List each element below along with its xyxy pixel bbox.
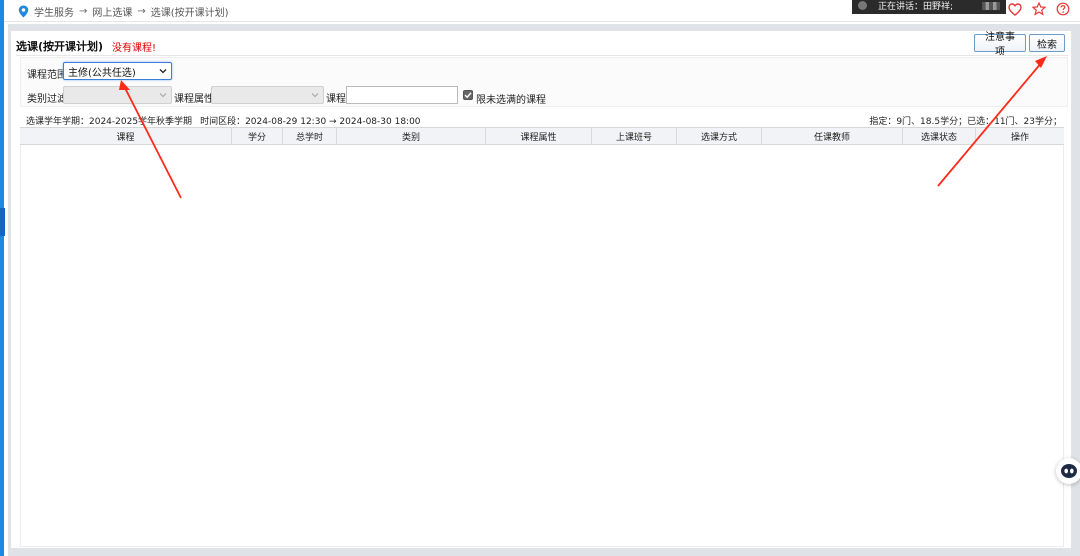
chevron-down-icon [159,93,167,98]
column-header-hours[interactable]: 总学时 [283,128,337,144]
credit-summary: 指定：9门、18.5学分；已选：11门、23学分； [869,117,1062,127]
chevron-down-icon [159,69,167,74]
checkmark-icon [464,92,472,99]
speaker-avatar-icon [858,1,867,10]
top-right-icons [1008,2,1070,16]
breadcrumb: 学生服务 → 网上选课 → 选课(按开课计划) [18,3,229,19]
course-scope-select[interactable]: 主修(公共任选) [63,62,172,80]
audio-wave-icon [982,2,1000,10]
limit-unfilled-label: 限未选满的课程 [476,95,546,106]
column-header-category[interactable]: 类别 [337,128,486,144]
breadcrumb-separator: → [79,5,88,17]
left-edge-tab[interactable] [0,208,5,236]
table-body [20,145,1064,547]
course-attribute-label: 课程属性 [174,94,214,105]
limit-unfilled-checkbox[interactable] [463,90,473,100]
star-icon[interactable] [1032,2,1046,16]
location-pin-icon [18,5,29,18]
course-input[interactable] [346,86,458,104]
category-filter-label: 类别过滤 [27,94,67,105]
course-attribute-select[interactable] [211,86,324,104]
speaking-text: 正在讲话：田野祥; [878,2,954,12]
category-filter-select[interactable] [63,86,172,104]
search-button[interactable]: 检索 [1029,34,1065,52]
column-header-status[interactable]: 选课状态 [903,128,976,144]
course-scope-value: 主修(公共任选) [68,67,136,79]
table-header: 课程 学分 总学时 类别 课程属性 上课班号 选课方式 任课教师 选课状态 操作 [20,127,1064,145]
breadcrumb-item-current: 选课(按开课计划) [150,7,229,19]
semester-info: 选课学年学期：2024-2025学年秋季学期 时间区段：2024-08-29 1… [26,114,421,127]
left-edge-bar [0,0,4,556]
speaking-indicator: 正在讲话：田野祥; [852,0,1006,14]
column-header-attribute[interactable]: 课程属性 [486,128,592,144]
column-header-teacher[interactable]: 任课教师 [762,128,903,144]
notice-button[interactable]: 注意事项 [974,32,1026,58]
title-divider [16,55,1068,56]
column-header-class-number[interactable]: 上课班号 [592,128,677,144]
time-range-text: 时间区段：2024-08-29 12:30 → 2024-08-30 18:00 [200,117,421,127]
breadcrumb-separator: → [137,5,146,17]
course-scope-label: 课程范围 [27,70,67,81]
page-title: 选课(按开课计划) [16,40,104,53]
column-header-credits[interactable]: 学分 [232,128,283,144]
breadcrumb-item-online-selection[interactable]: 网上选课 [92,4,132,19]
course-label: 课程 [326,94,346,105]
column-header-selection-mode[interactable]: 选课方式 [677,128,762,144]
breadcrumb-item-student-services[interactable]: 学生服务 [34,4,74,19]
column-header-action[interactable]: 操作 [976,128,1064,144]
chevron-down-icon [311,93,319,98]
assistant-icon[interactable] [1056,458,1080,484]
no-course-message: 没有课程! [112,43,157,54]
column-header-course[interactable]: 课程 [20,128,232,144]
heart-icon[interactable] [1008,2,1022,16]
semester-text: 选课学年学期：2024-2025学年秋季学期 [26,117,193,127]
help-icon[interactable] [1056,2,1070,16]
